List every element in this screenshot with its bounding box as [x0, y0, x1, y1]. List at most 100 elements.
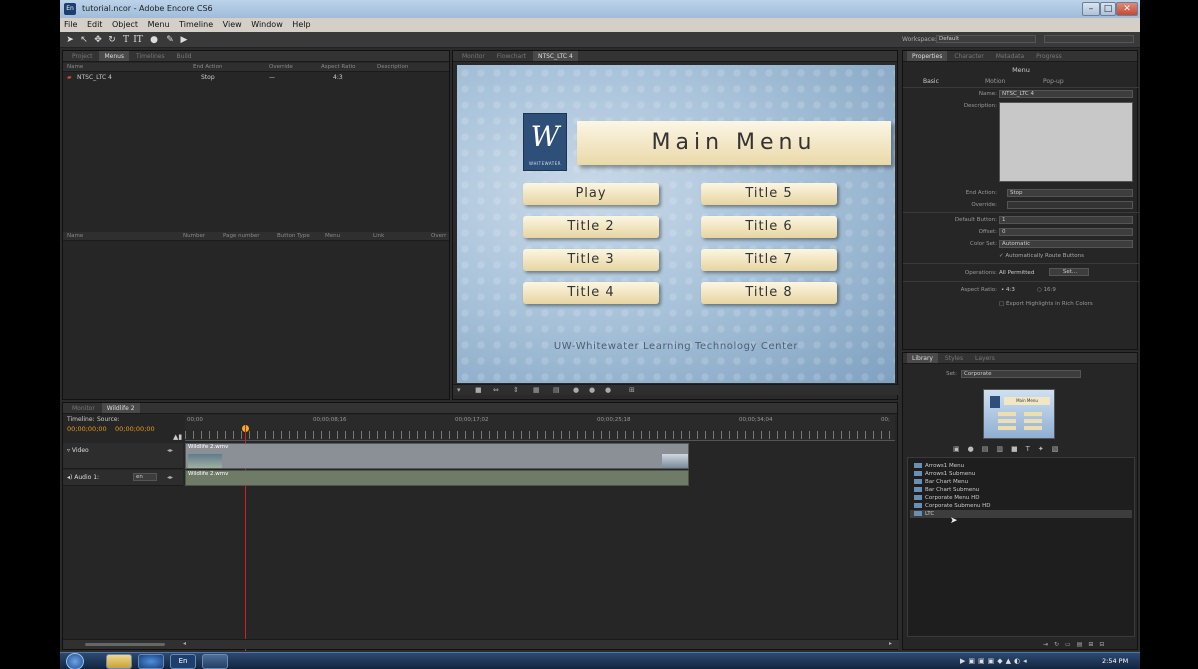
distribute-icon[interactable]: ⇕ [513, 386, 519, 394]
library-item[interactable]: Bar Chart Menu [914, 478, 968, 486]
timeline-scrollbar[interactable]: ◂ ▸ [63, 639, 899, 649]
library-item[interactable]: Arrows1 Submenu [914, 470, 975, 478]
move-tool-icon[interactable]: ✥ [92, 34, 104, 46]
col-override[interactable]: Override [269, 63, 293, 71]
menu-button-title-6[interactable]: Title 6 [701, 216, 837, 238]
default-button-dropdown[interactable]: 1 [999, 216, 1133, 224]
tab-monitor[interactable]: Monitor [457, 51, 490, 61]
tab-menus[interactable]: Menus [99, 51, 130, 61]
ie-taskbar-icon[interactable] [138, 654, 164, 669]
rotate-tool-icon[interactable]: ↻ [106, 34, 118, 46]
set-dropdown[interactable]: Corporate [961, 370, 1081, 378]
timeline-timecode[interactable]: 00;00;00;00 [67, 425, 107, 433]
direct-select-tool-icon[interactable]: ↖ [78, 34, 90, 46]
tab-timeline-monitor[interactable]: Monitor [67, 403, 100, 413]
align-icon[interactable]: ⇔ [493, 386, 499, 394]
description-textarea[interactable] [999, 102, 1133, 182]
time-ruler[interactable]: 00;00 00;00;08;16 00;00;17;02 00;00;25;1… [185, 415, 895, 441]
operations-set-button[interactable]: Set... [1049, 268, 1089, 276]
clock[interactable]: 2:54 PM [1102, 657, 1128, 665]
tab-properties[interactable]: Properties [907, 51, 948, 61]
color-set-dropdown[interactable]: Automatic [999, 240, 1133, 248]
library-item[interactable]: Bar Chart Submenu [914, 486, 979, 494]
audio-arrow-icon[interactable]: ◂▸ [167, 474, 173, 481]
routing-icon[interactable]: ⊞ [629, 386, 635, 394]
tab-timeline-wildlife[interactable]: Wildlife 2 [101, 403, 140, 413]
offset-input[interactable]: 0 [999, 228, 1133, 236]
tab-menu-ntsc[interactable]: NTSC_LTC 4 [532, 51, 578, 61]
maximize-button[interactable]: □ [1100, 2, 1116, 16]
menu-button-title-8[interactable]: Title 8 [701, 282, 837, 304]
scroll-right-icon[interactable]: ▸ [889, 640, 892, 647]
selection-tool-icon[interactable]: ➤ [64, 34, 76, 46]
btn-col-menu[interactable]: Menu [325, 232, 340, 240]
menu-timeline[interactable]: Timeline [179, 20, 213, 29]
menu-button-play[interactable]: Play [523, 183, 659, 205]
vertical-text-tool-icon[interactable]: IT [132, 34, 144, 46]
btn-col-page[interactable]: Page number [223, 232, 260, 240]
library-bottom-icons[interactable]: ⇥↻▭▤⊞⊟ [1043, 641, 1110, 648]
aspect-169-radio[interactable]: ○ 16:9 [1037, 287, 1056, 293]
menu-window[interactable]: Window [251, 20, 283, 29]
start-button[interactable] [66, 653, 84, 669]
menu-view[interactable]: View [223, 20, 242, 29]
audio-clip[interactable]: Wildlife 2.wmv [185, 470, 689, 486]
col-name[interactable]: Name [67, 63, 83, 71]
encore-taskbar-icon[interactable]: En [170, 654, 196, 669]
name-input[interactable]: NTSC_LTC 4 [999, 90, 1133, 98]
menu-button-title-2[interactable]: Title 2 [523, 216, 659, 238]
btn-col-link[interactable]: Link [373, 232, 384, 240]
btn-col-override[interactable]: Overr [431, 232, 446, 240]
minimize-button[interactable]: – [1082, 2, 1100, 16]
video-clip[interactable]: Wildlife 2.wmv [185, 443, 689, 469]
text-tool-icon[interactable]: T [120, 34, 132, 46]
zoom-dropdown-icon[interactable]: ▾ [457, 386, 461, 394]
tab-layers[interactable]: Layers [970, 353, 1000, 363]
menu-edit[interactable]: Edit [87, 20, 103, 29]
col-end-action[interactable]: End Action [193, 63, 222, 71]
close-button[interactable]: ✕ [1116, 2, 1138, 16]
subpicture-icon[interactable]: ▤ [553, 386, 560, 394]
menu-button-title-5[interactable]: Title 5 [701, 183, 837, 205]
safe-area-icon[interactable]: ▦ [533, 386, 540, 394]
subtab-basic[interactable]: Basic [923, 78, 939, 85]
workspace-dropdown[interactable]: Default [936, 35, 1036, 43]
system-tray-icons[interactable]: ▶▣▣▣◆▲◐◂ [960, 657, 1030, 665]
subtab-popup[interactable]: Pop-up [1043, 78, 1064, 85]
tab-progress[interactable]: Progress [1031, 51, 1067, 61]
auto-route-checkbox[interactable]: ✓ Automatically Route Buttons [999, 253, 1084, 259]
menu-row[interactable]: ▰ NTSC_LTC 4 Stop — 4:3 [63, 73, 449, 82]
library-item[interactable]: Corporate Menu HD [914, 494, 979, 502]
zoom-slider[interactable] [85, 643, 165, 646]
end-action-field[interactable]: Stop [1007, 189, 1133, 197]
preview-icon[interactable]: ▶ [178, 34, 190, 46]
show-buttons-icon[interactable]: ■ [475, 386, 482, 394]
tab-project[interactable]: Project [67, 51, 98, 61]
scroll-left-icon[interactable]: ◂ [183, 640, 186, 647]
menu-help[interactable]: Help [292, 20, 310, 29]
zoom-tool-icon[interactable]: ● [148, 34, 160, 46]
col-aspect-ratio[interactable]: Aspect Ratio [321, 63, 356, 71]
btn-col-name[interactable]: Name [67, 232, 83, 240]
menu-button-title-7[interactable]: Title 7 [701, 249, 837, 271]
tab-library[interactable]: Library [907, 353, 938, 363]
aspect-43-radio[interactable]: • 4:3 [1001, 287, 1015, 293]
menu-object[interactable]: Object [112, 20, 138, 29]
btn-col-number[interactable]: Number [183, 232, 205, 240]
menu-button-title-3[interactable]: Title 3 [523, 249, 659, 271]
tab-character[interactable]: Character [949, 51, 989, 61]
source-timecode[interactable]: 00;00;00;00 [115, 425, 155, 433]
chapter-marker-icon[interactable]: ▲▮ [173, 433, 182, 441]
menu-menu[interactable]: Menu [148, 20, 170, 29]
audio-language-dropdown[interactable]: en [133, 473, 157, 481]
tab-styles[interactable]: Styles [940, 353, 968, 363]
menu-button-title-4[interactable]: Title 4 [523, 282, 659, 304]
tab-flowchart[interactable]: Flowchart [492, 51, 531, 61]
highlight-activated-icon[interactable]: ● [605, 386, 611, 394]
tab-timelines[interactable]: Timelines [131, 51, 170, 61]
edit-original-icon[interactable]: ✎ [164, 34, 176, 46]
library-item[interactable]: Arrows1 Menu [914, 462, 964, 470]
btn-col-type[interactable]: Button Type [277, 232, 310, 240]
tab-metadata[interactable]: Metadata [991, 51, 1029, 61]
highlight-normal-icon[interactable]: ● [573, 386, 579, 394]
